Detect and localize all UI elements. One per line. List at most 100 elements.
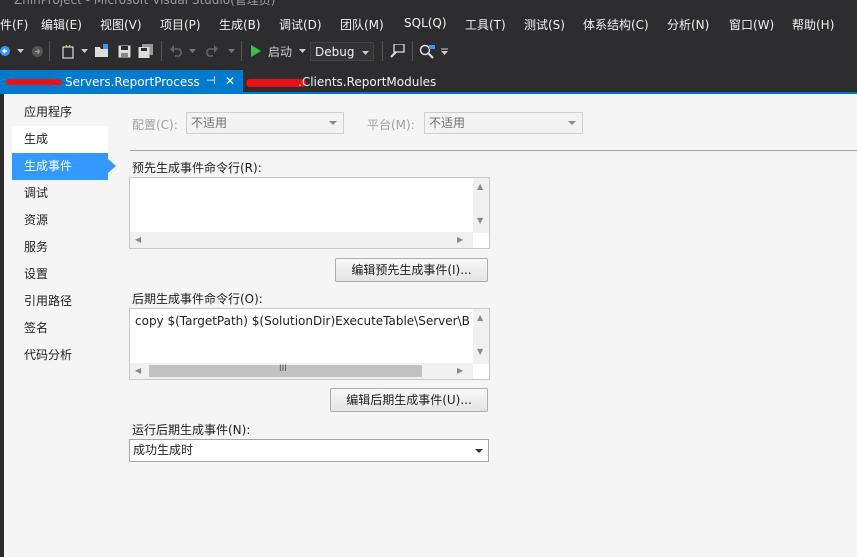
menu-window[interactable]: 窗口(W): [729, 16, 774, 33]
scroll-left-icon[interactable]: ◀: [135, 235, 141, 244]
pin-icon[interactable]: ⊣: [206, 74, 216, 87]
menu-file[interactable]: 件(F): [0, 16, 28, 33]
nav-build[interactable]: 生成: [12, 126, 108, 153]
platform-label: 平台(M):: [367, 118, 415, 132]
chevron-down-icon: [329, 121, 337, 125]
postbuild-label: 后期生成事件命令行(O):: [132, 292, 263, 306]
chevron-down-icon: [475, 449, 483, 453]
vertical-scrollbar[interactable]: ▲ ▼: [473, 309, 489, 364]
scroll-right-icon[interactable]: ▶: [457, 235, 463, 244]
nav-resources[interactable]: 资源: [12, 207, 108, 234]
scroll-grip: III: [279, 364, 287, 374]
project-properties-page: 应用程序 生成 生成事件 调试 资源 服务 设置 引用路径 签名 代码分析 配置…: [4, 94, 857, 557]
menu-tools[interactable]: 工具(T): [465, 16, 506, 33]
toolbar-overflow-icon[interactable]: [440, 41, 448, 61]
new-project-icon[interactable]: [60, 41, 76, 61]
toolbar: 启动 Debug: [0, 37, 857, 65]
toolbar-separator: [49, 41, 50, 61]
toolbar-separator: [382, 41, 383, 61]
config-dropdown[interactable]: 不适用: [186, 112, 344, 134]
chevron-down-icon: [362, 51, 369, 55]
scroll-up-icon[interactable]: ▲: [477, 182, 483, 191]
menu-test[interactable]: 测试(S): [524, 16, 565, 33]
run-postbuild-dropdown[interactable]: 成功生成时: [129, 439, 489, 462]
menu-architecture[interactable]: 体系结构(C): [583, 16, 649, 33]
nav-signing[interactable]: 签名: [12, 315, 108, 342]
redo-icon[interactable]: [204, 41, 218, 61]
menu-sql[interactable]: SQL(Q): [404, 16, 447, 30]
save-icon[interactable]: [117, 41, 131, 61]
tab-label: Servers.ReportProcess: [65, 75, 200, 89]
start-debug-icon[interactable]: [250, 41, 262, 61]
menu-view[interactable]: 视图(V): [100, 16, 142, 33]
menu-build[interactable]: 生成(B): [219, 16, 261, 33]
section-divider: [130, 150, 857, 151]
start-debug-button[interactable]: 启动: [266, 41, 294, 61]
scroll-down-icon[interactable]: ▼: [477, 347, 483, 356]
scroll-down-icon[interactable]: ▼: [477, 216, 483, 225]
menu-bar: 件(F) 编辑(E) 视图(V) 项目(P) 生成(B) 调试(D) 团队(M)…: [0, 14, 857, 36]
edit-prebuild-button[interactable]: 编辑预先生成事件(I)...: [335, 258, 488, 282]
document-tab-strip: Servers.ReportProcess ⊣ ✕ .Clients.Repor…: [0, 70, 857, 94]
menu-help[interactable]: 帮助(H): [792, 16, 834, 33]
forward-icon[interactable]: [30, 41, 44, 61]
scroll-left-icon[interactable]: ◀: [135, 366, 141, 375]
edit-postbuild-button[interactable]: 编辑后期生成事件(U)...: [330, 388, 488, 412]
scroll-thumb[interactable]: III: [149, 364, 422, 377]
platform-value: 不适用: [429, 116, 466, 130]
find-in-files-icon[interactable]: [418, 41, 436, 61]
attach-process-icon[interactable]: [389, 41, 405, 61]
postbuild-command-textbox[interactable]: copy $(TargetPath) $(SolutionDir)Execute…: [129, 308, 490, 380]
horizontal-scrollbar[interactable]: ◀ ▶: [130, 232, 473, 248]
nav-application[interactable]: 应用程序: [12, 99, 108, 126]
config-value: 不适用: [191, 116, 228, 130]
back-icon[interactable]: [0, 41, 12, 61]
run-postbuild-label: 运行后期生成事件(N):: [132, 423, 251, 437]
tab-clients-reportmodules[interactable]: .Clients.ReportModules: [246, 70, 506, 94]
chevron-down-icon: [568, 121, 576, 125]
horizontal-scrollbar[interactable]: ◀ III ▶: [130, 363, 473, 379]
platform-dropdown[interactable]: 不适用: [424, 112, 583, 134]
run-postbuild-value: 成功生成时: [133, 443, 194, 457]
dropdown-arrow-icon[interactable]: [80, 41, 88, 61]
solution-config-dropdown[interactable]: Debug: [310, 42, 374, 61]
solution-config-value: Debug: [315, 45, 355, 59]
menu-analyze[interactable]: 分析(N): [667, 16, 709, 33]
dropdown-arrow-icon[interactable]: [298, 41, 306, 61]
dropdown-arrow-icon[interactable]: [227, 41, 235, 61]
window-title: ZhihProject - Microsoft Visual Studio(管理…: [14, 0, 276, 7]
menu-edit[interactable]: 编辑(E): [41, 16, 82, 33]
scroll-right-icon[interactable]: ▶: [457, 366, 463, 375]
vertical-scrollbar[interactable]: ▲ ▼: [473, 178, 489, 233]
nav-reference-paths[interactable]: 引用路径: [12, 288, 108, 315]
config-label: 配置(C):: [132, 118, 178, 132]
menu-project[interactable]: 项目(P): [160, 16, 201, 33]
close-icon[interactable]: ✕: [225, 74, 235, 88]
save-all-icon[interactable]: [138, 41, 154, 61]
nav-debug[interactable]: 调试: [12, 180, 108, 207]
postbuild-command-text: copy $(TargetPath) $(SolutionDir)Execute…: [135, 314, 470, 328]
toolbar-separator: [161, 41, 162, 61]
nav-settings[interactable]: 设置: [12, 261, 108, 288]
redaction-mark: [246, 79, 306, 87]
tab-label: .Clients.ReportModules: [298, 75, 437, 89]
toolbar-separator: [241, 41, 242, 61]
dropdown-arrow-icon[interactable]: [16, 41, 24, 61]
undo-icon[interactable]: [170, 41, 184, 61]
redaction-mark: [6, 79, 62, 85]
nav-selection-arrow: [108, 159, 116, 173]
prebuild-command-textbox[interactable]: ▲ ▼ ◀ ▶: [129, 177, 490, 249]
title-bar: ZhihProject - Microsoft Visual Studio(管理…: [0, 0, 857, 8]
nav-services[interactable]: 服务: [12, 234, 108, 261]
toolbar-separator: [412, 41, 413, 61]
open-file-icon[interactable]: [94, 41, 110, 61]
menu-debug[interactable]: 调试(D): [279, 16, 322, 33]
nav-build-events[interactable]: 生成事件: [12, 153, 108, 180]
property-nav: 应用程序 生成 生成事件 调试 资源 服务 设置 引用路径 签名 代码分析: [4, 94, 116, 557]
dropdown-arrow-icon[interactable]: [188, 41, 196, 61]
scroll-up-icon[interactable]: ▲: [477, 313, 483, 322]
menu-team[interactable]: 团队(M): [340, 16, 384, 33]
tab-servers-reportprocess[interactable]: Servers.ReportProcess ⊣ ✕: [0, 70, 243, 94]
nav-code-analysis[interactable]: 代码分析: [12, 342, 108, 369]
prebuild-label: 预先生成事件命令行(R):: [132, 161, 262, 175]
